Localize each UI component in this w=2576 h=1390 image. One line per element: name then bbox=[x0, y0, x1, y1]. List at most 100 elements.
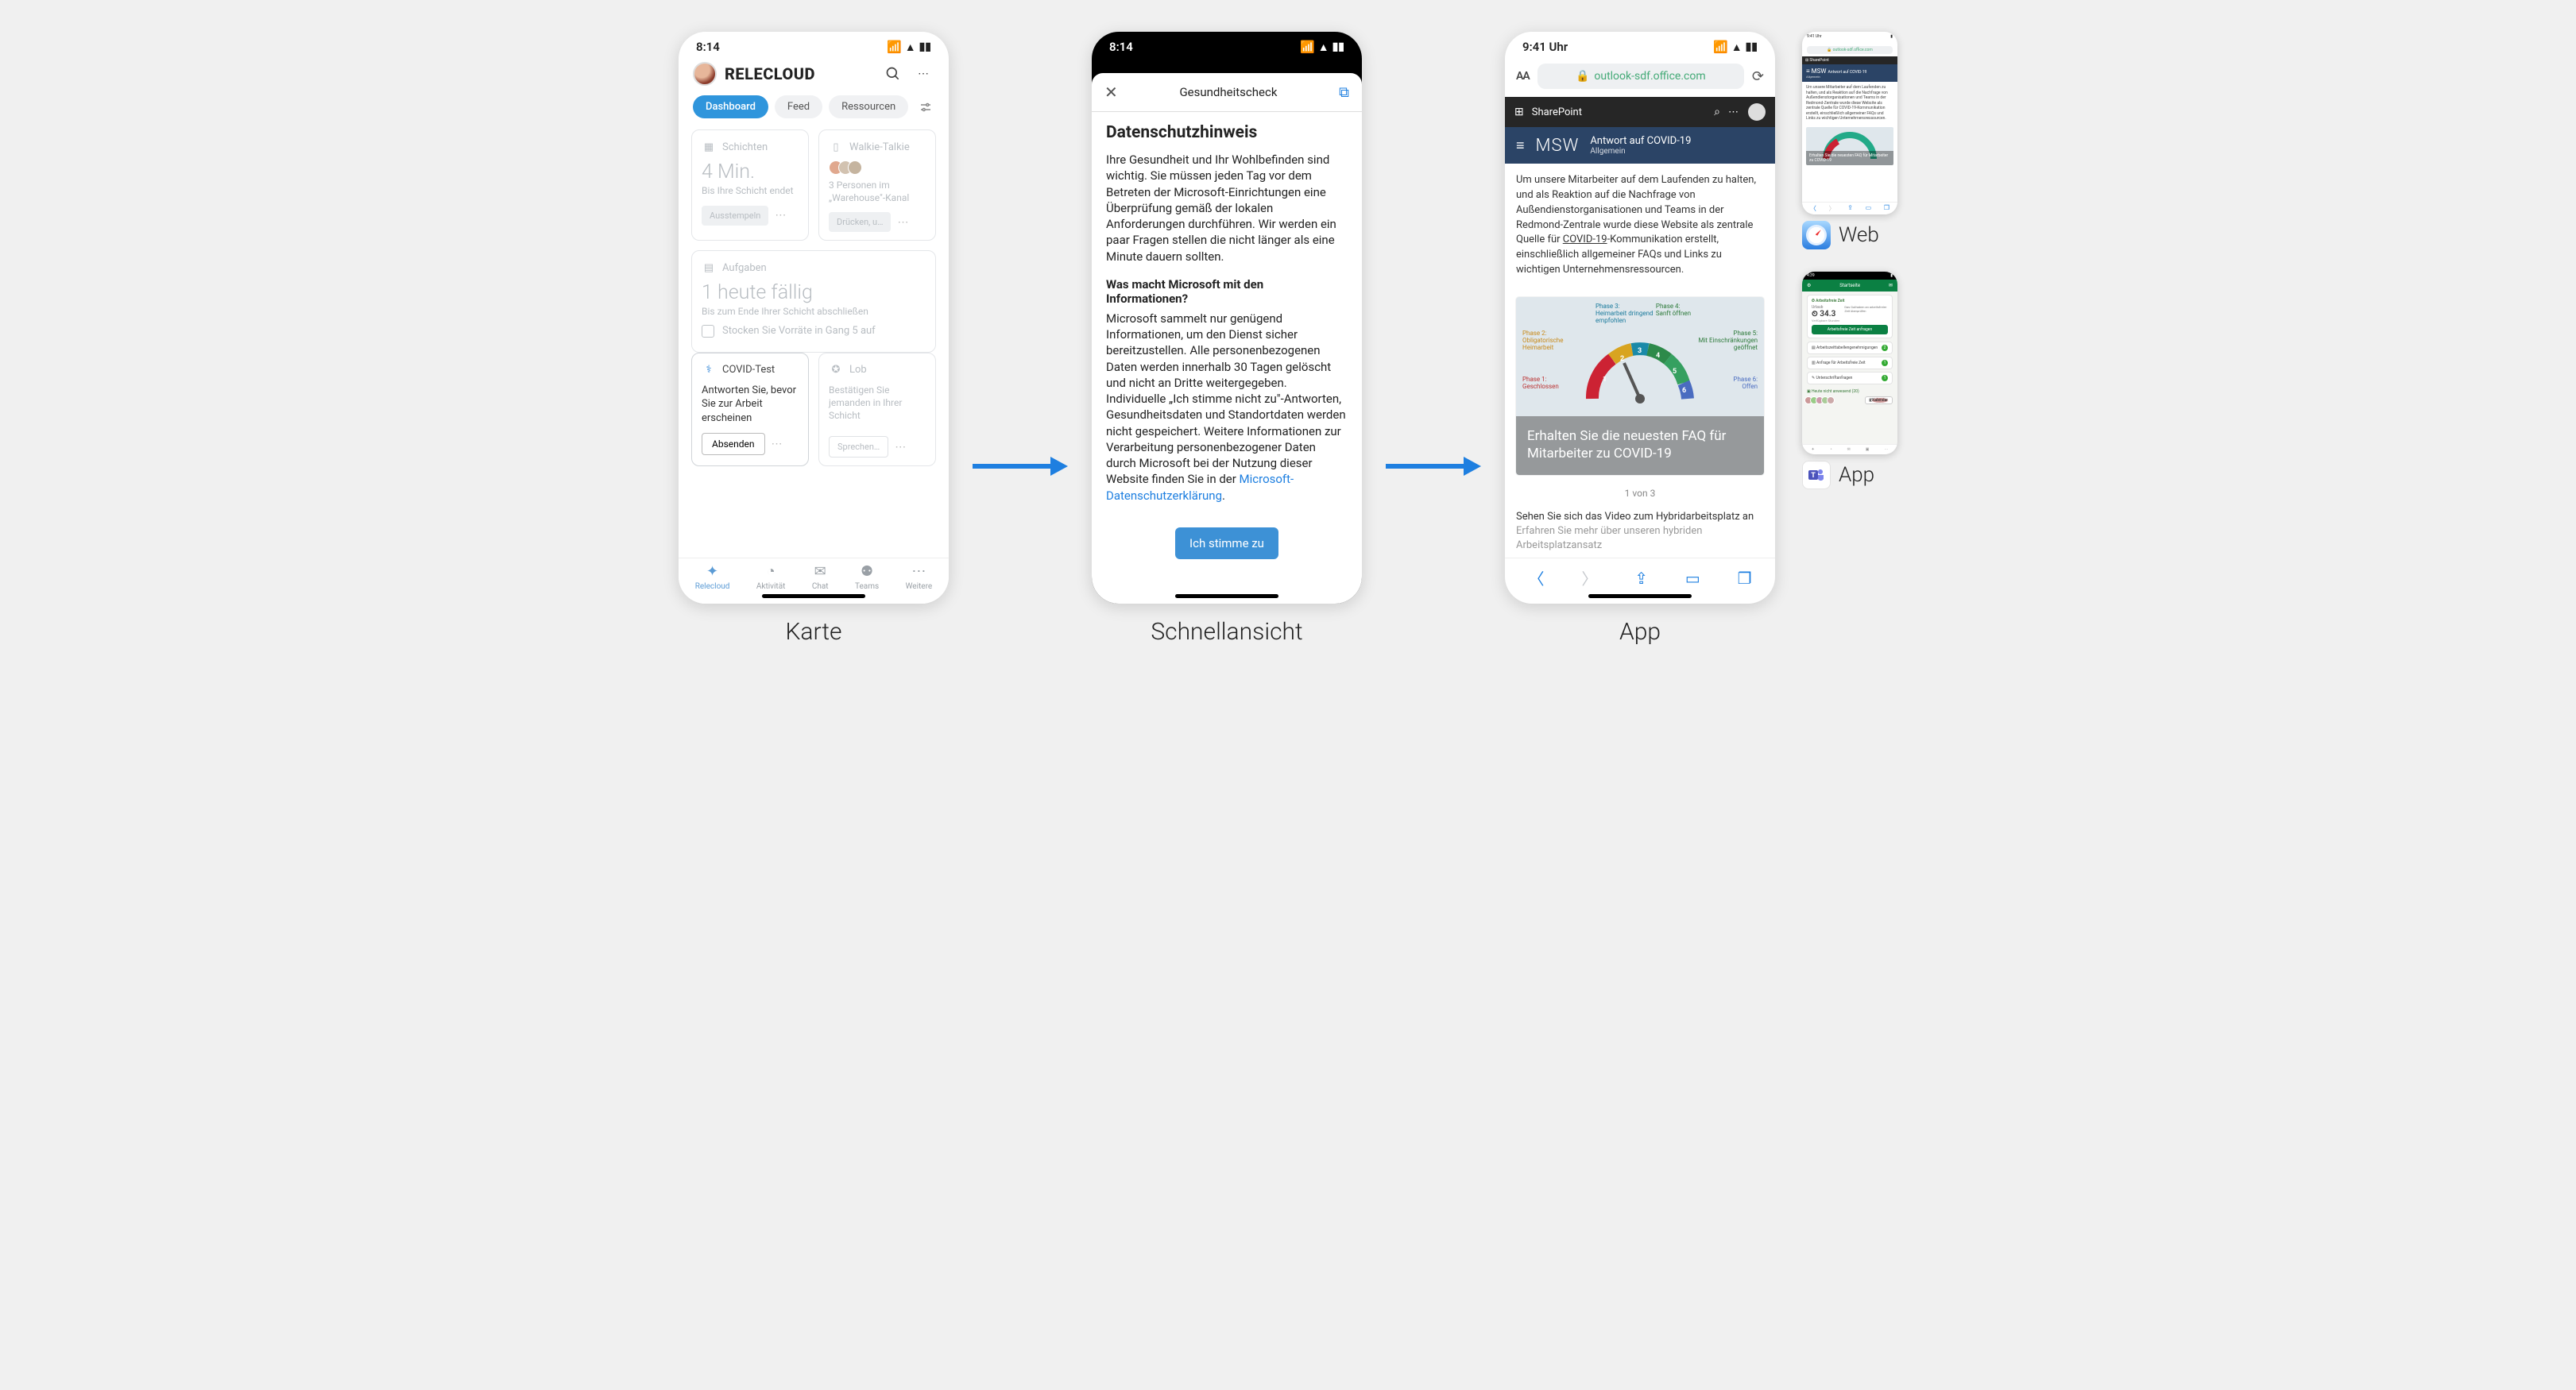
mini-tabbar: ✦◔✉▣⋯ bbox=[1802, 444, 1897, 454]
mini-request-button[interactable]: Arbeitsfreie Zeit anfragen bbox=[1812, 325, 1888, 334]
chip-ressourcen[interactable]: Ressourcen bbox=[829, 95, 908, 118]
badge-icon: ✪ bbox=[829, 363, 843, 377]
tab-chat[interactable]: ✉Chat bbox=[812, 563, 829, 591]
people-icon: ⚉ bbox=[861, 563, 873, 580]
status-time: 8:14 bbox=[1109, 40, 1133, 54]
hero-caption: Erhalten Sie die neuesten FAQ für Mitarb… bbox=[1516, 416, 1764, 475]
privacy-p2: Microsoft sammelt nur genügend Informati… bbox=[1106, 311, 1348, 504]
sprechen-button[interactable]: Sprechen… bbox=[829, 436, 888, 458]
checkbox-icon[interactable] bbox=[702, 325, 714, 338]
home-indicator[interactable] bbox=[1588, 594, 1692, 598]
card-lob[interactable]: ✪Lob Bestätigen Sie jemanden in Ihrer Sc… bbox=[818, 353, 936, 467]
url-field[interactable]: 🔒 outlook-sdf.office.com bbox=[1537, 64, 1744, 89]
task-row[interactable]: Stocken Sie Vorräte in Gang 5 auf bbox=[702, 319, 926, 344]
page-subtitle: Allgemein bbox=[1590, 147, 1691, 156]
ausstempeln-button[interactable]: Ausstempeln bbox=[702, 206, 768, 226]
modal-header: ✕ Gesundheitscheck ⧉ bbox=[1092, 73, 1362, 112]
safari-app-icon bbox=[1802, 221, 1831, 249]
diagram-stage: 8:14 📶 ▲ ▮▮ RELECLOUD ⋯ Dashboard bbox=[24, 32, 2552, 646]
search-icon[interactable]: ⌕ bbox=[1714, 106, 1720, 118]
more-icon: ⋯ bbox=[911, 563, 926, 580]
covid-link[interactable]: COVID-19 bbox=[1563, 234, 1607, 245]
caption-app: App bbox=[1619, 618, 1661, 646]
tab-relecloud[interactable]: ✦Relecloud bbox=[695, 563, 730, 591]
card-schichten[interactable]: ▦Schichten 4 Min. Bis Ihre Schicht endet… bbox=[691, 129, 809, 241]
close-icon[interactable]: ✕ bbox=[1104, 83, 1118, 102]
phone-karte: 8:14 📶 ▲ ▮▮ RELECLOUD ⋯ Dashboard bbox=[679, 32, 949, 604]
tab-aktivitaet[interactable]: ◔Aktivität bbox=[756, 563, 786, 591]
card-more-icon[interactable]: ⋯ bbox=[772, 438, 784, 450]
druecken-button[interactable]: Drücken, u… bbox=[829, 212, 891, 232]
tasks-icon: ▤ bbox=[702, 261, 716, 275]
menu-icon[interactable]: ≡ bbox=[1516, 137, 1525, 154]
battery-icon: ▮▮ bbox=[1332, 41, 1344, 53]
open-external-icon[interactable]: ⧉ bbox=[1339, 84, 1349, 101]
chip-feed[interactable]: Feed bbox=[775, 95, 822, 118]
card-aufgaben[interactable]: ▤Aufgaben 1 heute fällig Bis zum Ende Ih… bbox=[691, 250, 936, 353]
site-logo[interactable]: MSW bbox=[1536, 136, 1580, 156]
svg-text:6: 6 bbox=[1682, 387, 1686, 395]
arrow-icon bbox=[973, 458, 1068, 474]
arrow-icon bbox=[1386, 458, 1481, 474]
filter-settings-icon[interactable] bbox=[917, 98, 934, 116]
text-size-icon[interactable]: AA bbox=[1516, 70, 1530, 83]
home-indicator[interactable] bbox=[762, 594, 865, 598]
card-more-icon[interactable]: ⋯ bbox=[895, 441, 907, 454]
avatar[interactable] bbox=[1748, 103, 1766, 121]
phone3-content: AA 🔒 outlook-sdf.office.com ⟳ ⊞ SharePoi… bbox=[1505, 59, 1775, 604]
svg-text:1: 1 bbox=[1603, 376, 1607, 384]
statusbar: 8:14 📶 ▲ ▮▮ bbox=[679, 32, 949, 59]
phone-schnell: 8:14 📶 ▲ ▮▮ ✕ Gesundheitscheck ⧉ Datensc… bbox=[1092, 32, 1362, 604]
more-icon[interactable]: ⋯ bbox=[1728, 106, 1740, 118]
mini-url[interactable]: 🔒 outlook-sdf.office.com bbox=[1807, 46, 1893, 54]
share-icon[interactable]: ⇪ bbox=[1634, 569, 1648, 588]
home-indicator[interactable] bbox=[1175, 594, 1278, 598]
org-title: RELECLOUD bbox=[725, 64, 874, 83]
below-text: Sehen Sie sich das Video zum Hybridarbei… bbox=[1505, 507, 1775, 554]
status-icons: 📶 ▲ ▮▮ bbox=[1300, 40, 1344, 54]
avatar[interactable] bbox=[693, 62, 717, 86]
mini-row-1[interactable]: ▤ Arbeitszeittabellengenehmigungen2 bbox=[1807, 342, 1893, 354]
bell-icon: ◔ bbox=[767, 563, 776, 580]
side-web-block: 9:41 Uhr▮ 🔒 outlook-sdf.office.com ⊞ Sha… bbox=[1802, 32, 1897, 249]
mini-app-header: ⚙Startseite✉ bbox=[1802, 280, 1897, 292]
mini-phone-web: 9:41 Uhr▮ 🔒 outlook-sdf.office.com ⊞ Sha… bbox=[1802, 32, 1897, 214]
search-icon[interactable] bbox=[882, 63, 904, 85]
app-launcher-icon[interactable]: ⊞ bbox=[1514, 106, 1524, 118]
more-icon[interactable]: ⋯ bbox=[912, 63, 934, 85]
gauge-icon: 1 2 3 4 5 6 bbox=[1580, 335, 1700, 407]
absenden-button[interactable]: Absenden bbox=[702, 433, 765, 455]
agree-button[interactable]: Ich stimme zu bbox=[1175, 527, 1278, 559]
card-more-icon[interactable]: ⋯ bbox=[775, 209, 787, 222]
chip-dashboard[interactable]: Dashboard bbox=[693, 95, 768, 118]
back-icon[interactable]: 〈 bbox=[1528, 566, 1544, 589]
tabs-icon[interactable]: ❐ bbox=[1738, 569, 1752, 588]
status-time: 9:41 Uhr bbox=[1522, 40, 1568, 54]
side-label-app: App bbox=[1839, 463, 1874, 487]
filter-chips: Dashboard Feed Ressourcen bbox=[679, 89, 949, 129]
mini-row-3[interactable]: ✎ Unterschriftanfragen1 bbox=[1807, 372, 1893, 384]
page-title: Antwort auf COVID-19 bbox=[1590, 135, 1691, 147]
battery-icon: ▮▮ bbox=[1746, 41, 1758, 53]
status-icons: 📶 ▲ ▮▮ bbox=[1713, 40, 1758, 54]
mini-phone-app: 4:39▮ ⚙Startseite✉ ⏱ Arbeitsfreie Zeit U… bbox=[1802, 272, 1897, 454]
mini-row-2[interactable]: ▥ Anfrage für Arbeitsfreie Zeit1 bbox=[1807, 357, 1893, 369]
sharepoint-label: SharePoint bbox=[1532, 106, 1706, 118]
walkie-icon: ▯ bbox=[829, 140, 843, 154]
sharepoint-topbar: ⊞ SharePoint ⌕ ⋯ bbox=[1505, 97, 1775, 127]
signal-icon: 📶 bbox=[1713, 40, 1728, 54]
tab-weitere[interactable]: ⋯Weitere bbox=[906, 563, 933, 591]
hero-card[interactable]: Phase 1: Geschlossen Phase 2: Obligatori… bbox=[1516, 297, 1764, 475]
chat-icon: ✉ bbox=[814, 563, 826, 580]
bookmarks-icon[interactable]: ▭ bbox=[1685, 569, 1700, 588]
card-more-icon[interactable]: ⋯ bbox=[897, 216, 910, 229]
card-walkie[interactable]: ▯Walkie-Talkie 3 Personen im „Warehouse"… bbox=[818, 129, 936, 241]
svg-text:5: 5 bbox=[1673, 368, 1677, 376]
refresh-icon[interactable]: ⟳ bbox=[1752, 68, 1764, 85]
card-covid-test[interactable]: ⚕COVID-Test Antworten Sie, bevor Sie zur… bbox=[691, 353, 809, 467]
tab-teams[interactable]: ⚉Teams bbox=[855, 563, 879, 591]
svg-text:2: 2 bbox=[1620, 355, 1624, 363]
forward-icon[interactable]: 〉 bbox=[1581, 566, 1597, 589]
side-app-block: 4:39▮ ⚙Startseite✉ ⏱ Arbeitsfreie Zeit U… bbox=[1802, 272, 1897, 489]
teams-app-icon: T bbox=[1802, 461, 1831, 489]
